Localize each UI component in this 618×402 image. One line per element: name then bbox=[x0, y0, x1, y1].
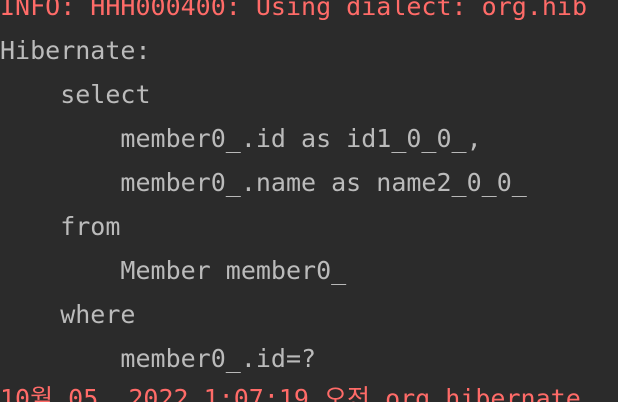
sql-keyword-from: from bbox=[0, 212, 121, 241]
sql-table-member: Member member0_ bbox=[0, 256, 347, 285]
log-line-hibernate: Hibernate: bbox=[0, 36, 151, 65]
sql-column-id: member0_.id as id1_0_0_, bbox=[0, 124, 482, 153]
sql-condition-id: member0_.id=? bbox=[0, 344, 317, 373]
sql-keyword-where: where bbox=[0, 300, 136, 329]
console-output[interactable]: INFO: HHH000400: Using dialect: org.hib … bbox=[0, 0, 618, 402]
sql-keyword-select: select bbox=[0, 80, 151, 109]
log-line-info-dialect: INFO: HHH000400: Using dialect: org.hib bbox=[0, 0, 587, 21]
log-line-timestamp: 10월 05, 2022 1:07:19 오전 org.hibernate bbox=[0, 384, 581, 402]
sql-column-name: member0_.name as name2_0_0_ bbox=[0, 168, 527, 197]
